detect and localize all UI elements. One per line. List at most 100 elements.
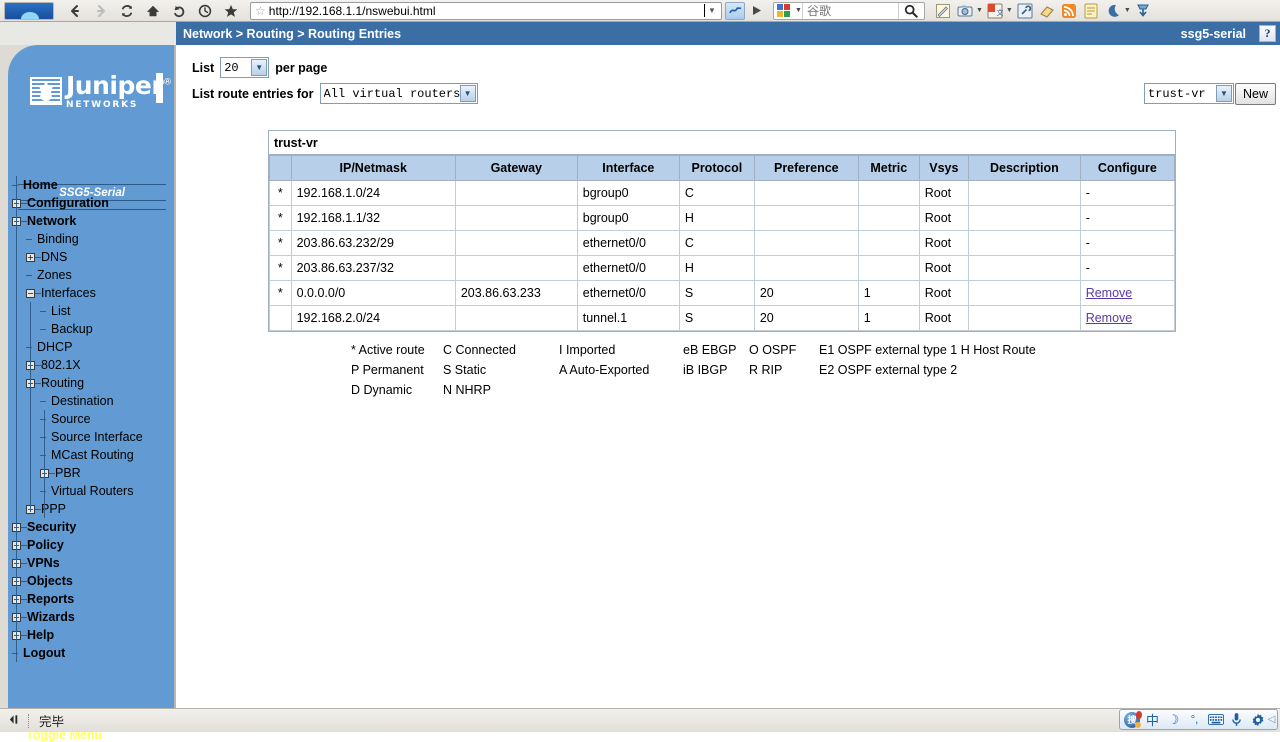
- sidebar-item-label[interactable]: List: [51, 304, 70, 318]
- sidebar-item-binding[interactable]: Binding: [8, 230, 176, 248]
- sidebar-item-help[interactable]: +Help: [8, 626, 176, 644]
- help-button[interactable]: ?: [1259, 25, 1276, 42]
- sidebar-item-dhcp[interactable]: DHCP: [8, 338, 176, 356]
- sidebar-item-label[interactable]: Policy: [27, 538, 64, 552]
- sidebar-item-label[interactable]: 802.1X: [41, 358, 81, 372]
- search-engine-icon[interactable]: [774, 3, 794, 19]
- sidebar-item-dns[interactable]: + DNS: [8, 248, 176, 266]
- forward-icon[interactable]: [88, 1, 114, 21]
- feed-button[interactable]: [725, 2, 745, 20]
- ime-moon-icon[interactable]: ☽: [1163, 710, 1184, 729]
- sidebar-item-label[interactable]: Zones: [37, 268, 72, 282]
- new-button[interactable]: New: [1235, 83, 1276, 105]
- per-page-select[interactable]: 10205080: [220, 57, 269, 78]
- translate-icon[interactable]: 文: [985, 2, 1005, 20]
- sidebar-item-label[interactable]: Source Interface: [51, 430, 143, 444]
- virtual-router-select[interactable]: trust-vruntrust-vr: [1144, 83, 1234, 104]
- sidebar-item-reports[interactable]: +Reports: [8, 590, 176, 608]
- sidebar-item-logout[interactable]: Logout: [8, 644, 176, 662]
- search-input[interactable]: [802, 3, 898, 19]
- tools-icon[interactable]: [1015, 2, 1035, 20]
- sidebar-item-configuration[interactable]: +Configuration: [8, 194, 176, 212]
- ime-gear-icon[interactable]: [1247, 710, 1268, 729]
- sogou-logo-icon[interactable]: 搜: [1122, 710, 1142, 729]
- search-engine-dropdown-icon[interactable]: ▼: [795, 7, 802, 14]
- ime-microphone-icon[interactable]: [1226, 710, 1247, 729]
- bookmark-star-icon[interactable]: [218, 1, 244, 21]
- home-icon[interactable]: [140, 1, 166, 21]
- back-icon[interactable]: [62, 1, 88, 21]
- pencil-icon[interactable]: [933, 2, 953, 20]
- sidebar-item-list[interactable]: List: [8, 302, 176, 320]
- play-button[interactable]: [747, 2, 767, 20]
- sidebar-item-label[interactable]: Configuration: [27, 196, 109, 210]
- sidebar-item-label[interactable]: DHCP: [37, 340, 72, 354]
- eraser-icon[interactable]: [1037, 2, 1057, 20]
- sidebar-item-label[interactable]: Security: [27, 520, 76, 534]
- address-dropdown-icon[interactable]: ▼: [705, 6, 719, 15]
- sidebar-item-source-interface[interactable]: Source Interface: [8, 428, 176, 446]
- history-icon[interactable]: [192, 1, 218, 21]
- sidebar-item-ppp[interactable]: +PPP: [8, 500, 176, 518]
- expand-icon[interactable]: +: [26, 253, 35, 262]
- address-star-icon[interactable]: ☆: [255, 4, 266, 18]
- sidebar-item-source[interactable]: Source: [8, 410, 176, 428]
- sidebar-item-pbr[interactable]: +PBR: [8, 464, 176, 482]
- sidebar-item-vpns[interactable]: +VPNs: [8, 554, 176, 572]
- sidebar-item-label[interactable]: DNS: [41, 250, 67, 264]
- undo-icon[interactable]: [166, 1, 192, 21]
- virtual-router-filter-select[interactable]: All virtual routerstrust-vruntrust-vr: [320, 83, 478, 104]
- translate-dropdown-icon[interactable]: ▼: [1006, 7, 1013, 14]
- sidebar-item-network[interactable]: −Network: [8, 212, 176, 230]
- screenshot-icon[interactable]: [955, 2, 975, 20]
- sidebar-item-policy[interactable]: +Policy: [8, 536, 176, 554]
- sidebar-item-home[interactable]: Home: [8, 176, 176, 194]
- sidebar-item-label[interactable]: Objects: [27, 574, 73, 588]
- sidebar-item-label[interactable]: MCast Routing: [51, 448, 134, 462]
- sidebar-item-security[interactable]: +Security: [8, 518, 176, 536]
- sidebar-item-label[interactable]: PBR: [55, 466, 81, 480]
- sidebar-item-routing[interactable]: −Routing: [8, 374, 176, 392]
- sidebar-item-backup[interactable]: Backup: [8, 320, 176, 338]
- collapse-icon[interactable]: −: [26, 289, 35, 298]
- sidebar-item-destination[interactable]: Destination: [8, 392, 176, 410]
- search-icon[interactable]: [898, 3, 924, 19]
- sidebar-item-label[interactable]: VPNs: [27, 556, 60, 570]
- sidebar-item-802-1x[interactable]: +802.1X: [8, 356, 176, 374]
- night-mode-icon[interactable]: [1103, 2, 1123, 20]
- sidebar-item-wizards[interactable]: +Wizards: [8, 608, 176, 626]
- ime-keyboard-icon[interactable]: [1205, 710, 1226, 729]
- sidebar-item-mcast-routing[interactable]: MCast Routing: [8, 446, 176, 464]
- screenshot-dropdown-icon[interactable]: ▼: [976, 7, 983, 14]
- rss-icon[interactable]: [1059, 2, 1079, 20]
- sidebar-item-label[interactable]: Reports: [27, 592, 74, 606]
- sidebar-item-label[interactable]: Routing: [41, 376, 84, 390]
- sidebar-item-label[interactable]: Source: [51, 412, 91, 426]
- ime-punctuation-icon[interactable]: °,: [1184, 710, 1205, 729]
- sidebar-item-zones[interactable]: Zones: [8, 266, 176, 284]
- remove-link[interactable]: Remove: [1086, 311, 1133, 325]
- remove-link[interactable]: Remove: [1086, 286, 1133, 300]
- sidebar-item-label[interactable]: Binding: [37, 232, 79, 246]
- sidebar-item-label[interactable]: Home: [23, 178, 58, 192]
- sidebar-item-virtual-routers[interactable]: Virtual Routers: [8, 482, 176, 500]
- sidebar-item-label[interactable]: Logout: [23, 646, 65, 660]
- address-bar[interactable]: ☆ http://192.168.1.1/nswebui.html ▼: [250, 2, 722, 20]
- ime-language-mode[interactable]: 中: [1142, 710, 1163, 729]
- search-box[interactable]: ▼: [773, 2, 925, 20]
- sidebar-collapse-icon[interactable]: [0, 714, 28, 728]
- cell-configure[interactable]: Remove: [1080, 281, 1174, 306]
- ime-collapse-handle[interactable]: ◁: [1268, 711, 1275, 728]
- sidebar-item-interfaces[interactable]: −Interfaces: [8, 284, 176, 302]
- download-icon[interactable]: [1133, 2, 1153, 20]
- sidebar-item-label[interactable]: Interfaces: [41, 286, 96, 300]
- notes-icon[interactable]: [1081, 2, 1101, 20]
- night-mode-dropdown-icon[interactable]: ▼: [1124, 7, 1131, 14]
- cell-configure[interactable]: Remove: [1080, 306, 1174, 331]
- sidebar-item-label[interactable]: Help: [27, 628, 54, 642]
- sidebar-item-label[interactable]: Destination: [51, 394, 114, 408]
- sidebar-item-label[interactable]: Network: [27, 214, 76, 228]
- sidebar-item-label[interactable]: Backup: [51, 322, 93, 336]
- sidebar-item-label[interactable]: Virtual Routers: [51, 484, 133, 498]
- reload-icon[interactable]: [114, 1, 140, 21]
